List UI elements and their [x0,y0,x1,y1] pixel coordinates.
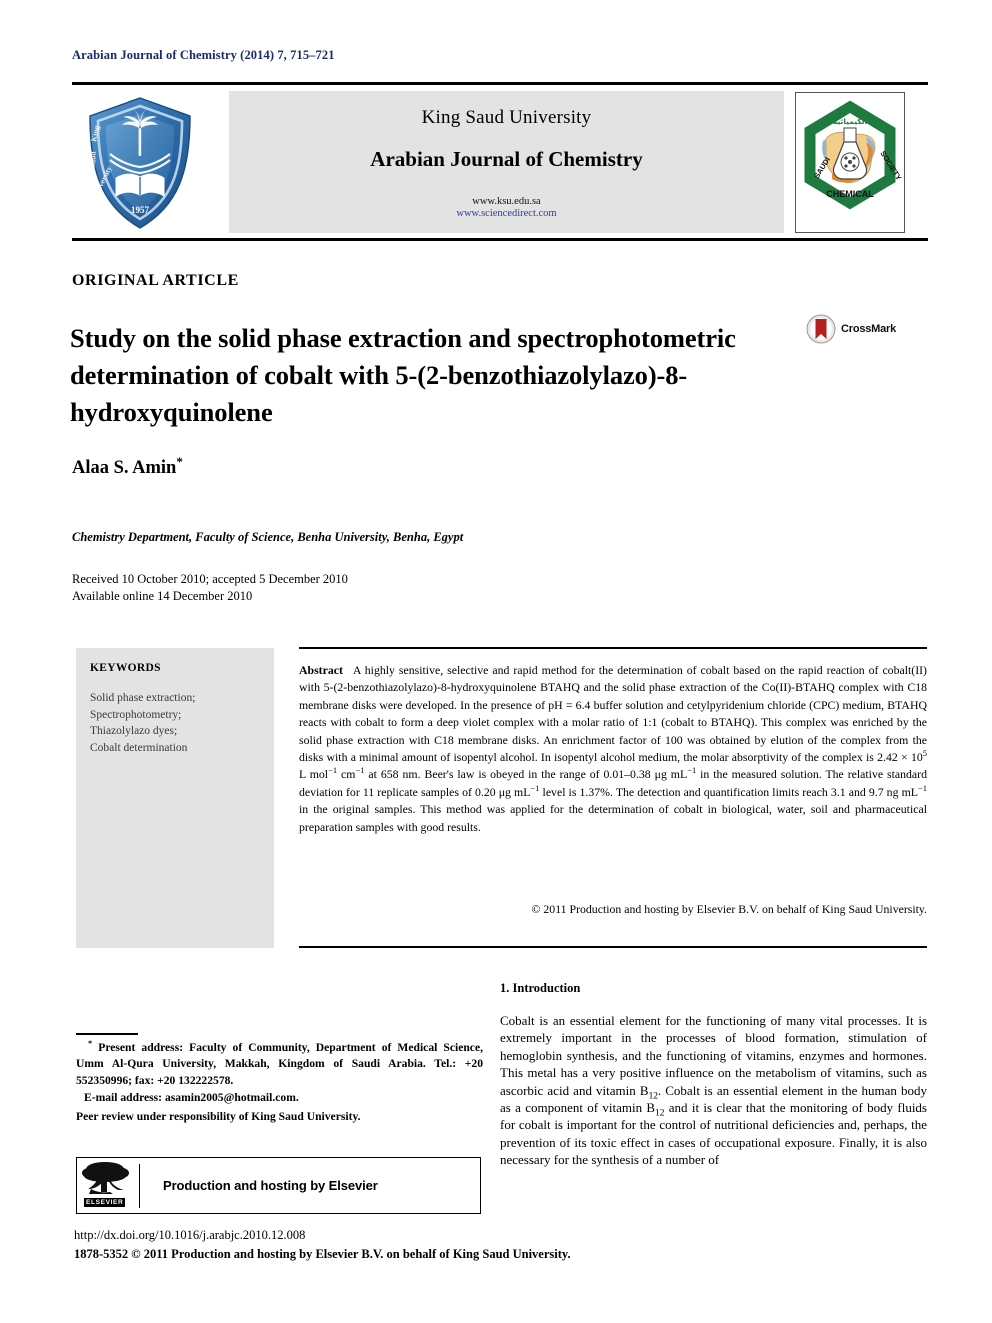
abstract-sup-1: 5 [922,748,927,759]
abstract-sup-2: −1 [328,765,338,776]
svg-text:CHEMICAL: CHEMICAL [826,189,874,199]
abstract-copyright: © 2011 Production and hosting by Elsevie… [531,902,928,916]
email-label: E-mail address: [84,1091,163,1105]
elsevier-wordmark: ELSEVIER [84,1198,126,1207]
available-online-date: Available online 14 December 2010 [72,588,253,603]
abstract-text-4: at 658 nm. Beer's law is obeyed in the r… [364,767,688,782]
email-address[interactable]: asamin2005@hotmail.com. [165,1091,299,1104]
list-item: Cobalt determination [90,741,188,754]
author-name: Alaa S. Amin* [72,455,183,479]
page-title: Study on the solid phase extraction and … [70,322,736,427]
issn-copyright-line: 1878-5352 © 2011 Production and hosting … [74,1247,571,1261]
king-saud-university-shield-icon: 1957 King Saud University [74,90,206,236]
banner-rule-bottom [72,238,928,241]
footnote-peer-review: Peer review under responsibility of King… [76,1109,361,1123]
article-dates: Received 10 October 2010; accepted 5 Dec… [72,571,348,604]
abstract-body: Abstract A highly sensitive, selective an… [299,662,927,836]
elsevier-production-text: Production and hosting by Elsevier [163,1178,378,1193]
received-date: Received 10 October 2010; accepted 5 Dec… [72,572,348,586]
svg-text:1957: 1957 [131,205,150,215]
abstract-sup-4: −1 [687,765,697,776]
list-item: Solid phase extraction; [90,692,196,704]
list-item: Spectrophotometry; [90,708,182,721]
abstract-rule-bottom [299,946,927,948]
running-head: Arabian Journal of Chemistry (2014) 7, 7… [72,48,335,62]
keywords-panel: KEYWORDS Solid phase extraction; Spectro… [76,648,274,948]
elsevier-tree-icon: ELSEVIER [77,1158,139,1213]
keywords-heading: KEYWORDS [90,662,161,674]
footnote-separator-rule [76,1033,138,1035]
footnote-present-address-text: Present address: Faculty of Community, D… [76,1041,483,1087]
abstract-text-6: level is 1.37%. The detection and quanti… [539,784,918,799]
abstract-sup-6: −1 [917,782,927,793]
elsevier-production-box: ELSEVIER Production and hosting by Elsev… [76,1157,481,1214]
saudi-chemical-society-icon: الكيميائية SAUDI SOCIETY CHEMICAL [795,92,905,233]
section-heading-introduction: 1. Introduction [500,981,581,995]
doi-link[interactable]: http://dx.doi.org/10.1016/j.arabjc.2010.… [74,1228,305,1243]
affiliation: Chemistry Department, Faculty of Science… [72,530,464,544]
article-type-label: ORIGINAL ARTICLE [72,272,239,289]
introduction-body: Cobalt is an essential element for the f… [500,1012,927,1169]
abstract-text-3: cm [337,767,356,782]
journal-banner: 1957 King Saud University King Saud Univ… [72,90,928,236]
keywords-list: Solid phase extraction; Spectrophotometr… [90,690,195,756]
footnote-present-address: * Present address: Faculty of Community,… [76,1039,483,1089]
author-footnote-marker[interactable]: * [176,454,183,469]
crossmark-badge[interactable]: CrossMark [806,312,904,346]
ksu-url[interactable]: www.ksu.edu.sa [229,196,784,207]
abstract-label: Abstract [299,663,343,677]
svg-text:الكيميائية: الكيميائية [833,117,867,126]
author-label: Alaa S. Amin [72,458,177,478]
abstract-text-2: L mol [299,767,329,782]
banner-center-block: King Saud University Arabian Journal of … [229,91,784,233]
banner-rule-top [72,82,928,85]
footnote-block: * Present address: Faculty of Community,… [76,1039,483,1125]
list-item: Thiazolylazo dyes; [90,725,178,737]
abstract-text-7: in the original samples. This method was… [299,802,927,834]
banner-university-name: King Saud University [421,107,592,128]
article-page: Arabian Journal of Chemistry (2014) 7, 7… [0,0,992,1323]
elsevier-box-divider [139,1163,140,1208]
footnote-email-line: E-mail address: asamin2005@hotmail.com. [76,1090,483,1106]
sciencedirect-url[interactable]: www.sciencedirect.com [229,208,784,219]
banner-journal-name: Arabian Journal of Chemistry [370,147,643,171]
svg-text:Saud: Saud [88,151,98,169]
abstract-text-1: A highly sensitive, selective and rapid … [299,663,927,765]
abstract-rule-top [299,647,927,649]
footnote-marker: * [88,1039,93,1049]
crossmark-label: CrossMark [841,323,897,335]
crossmark-icon [806,314,836,344]
